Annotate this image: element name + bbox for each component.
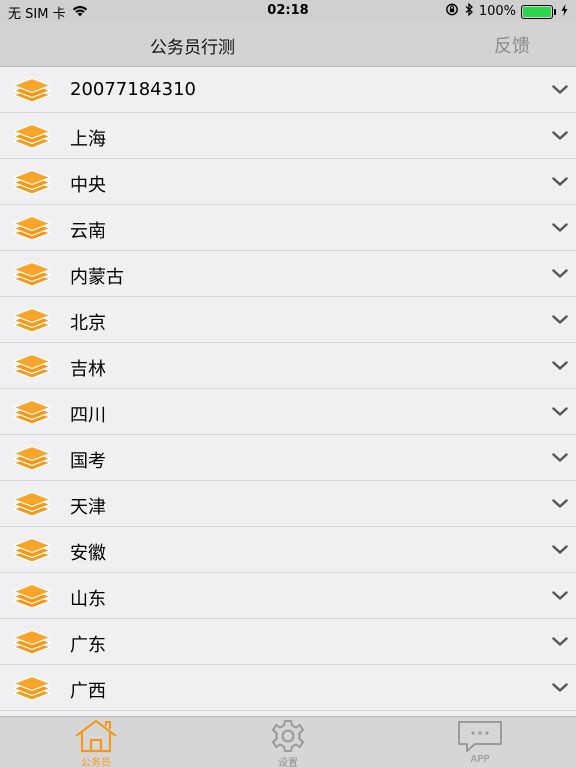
- list-item-label: 广西: [70, 681, 106, 702]
- stack-icon: [12, 76, 52, 104]
- list-item-label: 广东: [70, 635, 106, 656]
- gear-icon: [238, 719, 338, 753]
- list-item[interactable]: 内蒙古: [0, 251, 576, 297]
- list-item-label: 国考: [70, 451, 106, 472]
- stack-icon: [12, 122, 52, 150]
- chevron-down-icon[interactable]: [552, 311, 568, 324]
- list-item[interactable]: 中央: [0, 159, 576, 205]
- list-item-label: 中央: [70, 175, 106, 196]
- chevron-down-icon[interactable]: [552, 541, 568, 554]
- nav-bar: 公务员行测 反馈: [0, 22, 576, 67]
- stack-icon: [12, 536, 52, 564]
- home-icon: [46, 719, 146, 753]
- list-item-label: 山东: [70, 589, 106, 610]
- stack-icon: [12, 352, 52, 380]
- chevron-down-icon[interactable]: [552, 265, 568, 278]
- list-item[interactable]: 云南: [0, 205, 576, 251]
- stack-icon: [12, 444, 52, 472]
- chevron-down-icon[interactable]: [552, 495, 568, 508]
- list-item[interactable]: 广西: [0, 665, 576, 711]
- chevron-down-icon[interactable]: [552, 127, 568, 140]
- chevron-down-icon[interactable]: [552, 173, 568, 186]
- chevron-down-icon[interactable]: [552, 81, 568, 94]
- tab-civil-servant[interactable]: 公务员: [46, 719, 146, 768]
- chevron-down-icon[interactable]: [552, 357, 568, 370]
- status-right: 100%: [445, 2, 568, 20]
- list-item[interactable]: 四川: [0, 389, 576, 435]
- list-item[interactable]: 20077184310: [0, 67, 576, 113]
- region-list[interactable]: 20077184310 上海 中央 云南 内蒙古 北京 吉林 四川 国考 天津 …: [0, 67, 576, 716]
- battery-icon: [521, 4, 556, 19]
- battery-percent: 100%: [478, 4, 516, 19]
- chevron-down-icon[interactable]: [552, 587, 568, 600]
- list-item-label: 天津: [70, 497, 106, 518]
- chat-bubble-icon: [430, 719, 530, 753]
- list-item-label: 上海: [70, 129, 106, 150]
- stack-icon: [12, 214, 52, 242]
- tab-settings[interactable]: 设置: [238, 719, 338, 768]
- stack-icon: [12, 398, 52, 426]
- tab-label: 公务员: [81, 758, 111, 768]
- chevron-down-icon[interactable]: [552, 219, 568, 232]
- charging-icon: [561, 3, 568, 20]
- chevron-down-icon[interactable]: [552, 403, 568, 416]
- chevron-down-icon[interactable]: [552, 679, 568, 692]
- bluetooth-icon: [465, 2, 474, 20]
- list-item[interactable]: 上海: [0, 113, 576, 159]
- stack-icon: [12, 628, 52, 656]
- stack-icon: [12, 674, 52, 702]
- status-bar: 无 SIM 卡 02:18 100%: [0, 0, 576, 22]
- stack-icon: [12, 306, 52, 334]
- list-item-label: 20077184310: [70, 79, 196, 100]
- list-item[interactable]: 广东: [0, 619, 576, 665]
- list-item[interactable]: 北京: [0, 297, 576, 343]
- tab-bar: 公务员 设置 APP: [0, 716, 576, 768]
- stack-icon: [12, 260, 52, 288]
- list-item[interactable]: 山东: [0, 573, 576, 619]
- tab-app[interactable]: APP: [430, 719, 530, 768]
- list-item-label: 内蒙古: [70, 267, 124, 288]
- chevron-down-icon[interactable]: [552, 449, 568, 462]
- stack-icon: [12, 582, 52, 610]
- orientation-lock-icon: [445, 3, 460, 20]
- list-item-label: 四川: [70, 405, 106, 426]
- page-title: 公务员行测: [150, 38, 235, 58]
- list-item-label: 吉林: [70, 359, 106, 380]
- tab-label: 设置: [278, 758, 298, 768]
- list-item-label: 北京: [70, 313, 106, 334]
- feedback-button[interactable]: 反馈: [494, 32, 530, 58]
- stack-icon: [12, 490, 52, 518]
- list-item[interactable]: 天津: [0, 481, 576, 527]
- chevron-down-icon[interactable]: [552, 633, 568, 646]
- stack-icon: [12, 168, 52, 196]
- list-item-label: 安徽: [70, 543, 106, 564]
- battery-level: [523, 6, 551, 17]
- tab-label: APP: [470, 754, 490, 765]
- list-item[interactable]: 吉林: [0, 343, 576, 389]
- list-item-label: 云南: [70, 221, 106, 242]
- list-item[interactable]: 国考: [0, 435, 576, 481]
- list-item[interactable]: 安徽: [0, 527, 576, 573]
